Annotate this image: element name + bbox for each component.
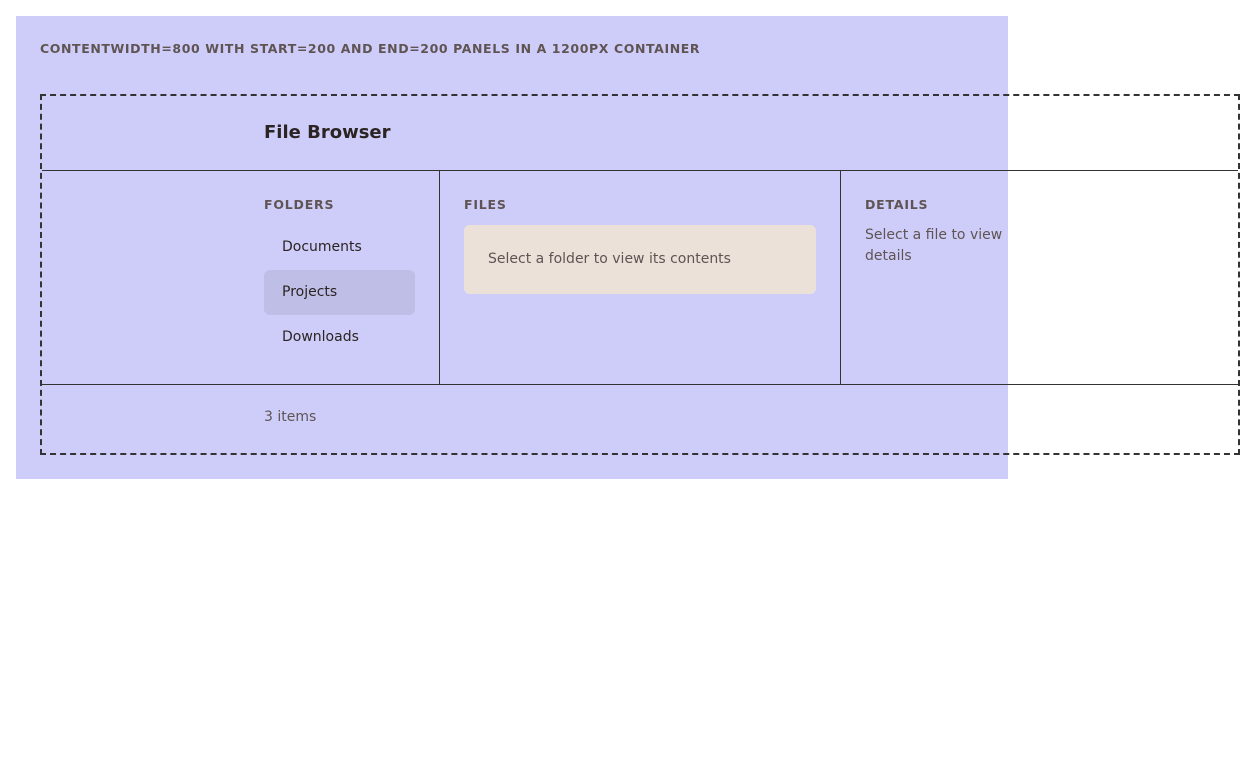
app-title: File Browser [264,122,391,143]
app-header: File Browser [42,96,1238,171]
demo-caption: CONTENTWIDTH=800 WITH START=200 AND END=… [40,41,701,56]
folders-heading: FOLDERS [264,197,335,212]
files-heading: FILES [464,197,507,212]
panel-divider-end [840,171,841,384]
folder-item-label: Downloads [282,329,359,345]
status-bar: 3 items [42,385,1238,453]
folder-item-label: Projects [282,284,338,300]
item-count: 3 items [264,409,317,425]
folder-item-label: Documents [282,239,362,255]
folder-item-downloads[interactable]: Downloads [264,315,415,360]
folder-item-projects[interactable]: Projects [264,270,415,315]
panel-divider-start [439,171,440,384]
details-empty-state: Select a file to view details [865,227,1003,264]
panels-row: FOLDERS Documents Projects Downloads FIL… [42,171,1238,385]
folder-item-documents[interactable]: Documents [264,225,415,270]
files-empty-state: Select a folder to view its contents [464,225,816,294]
file-browser-container: File Browser FOLDERS Documents Projects … [40,94,1240,455]
details-heading: DETAILS [865,197,929,212]
